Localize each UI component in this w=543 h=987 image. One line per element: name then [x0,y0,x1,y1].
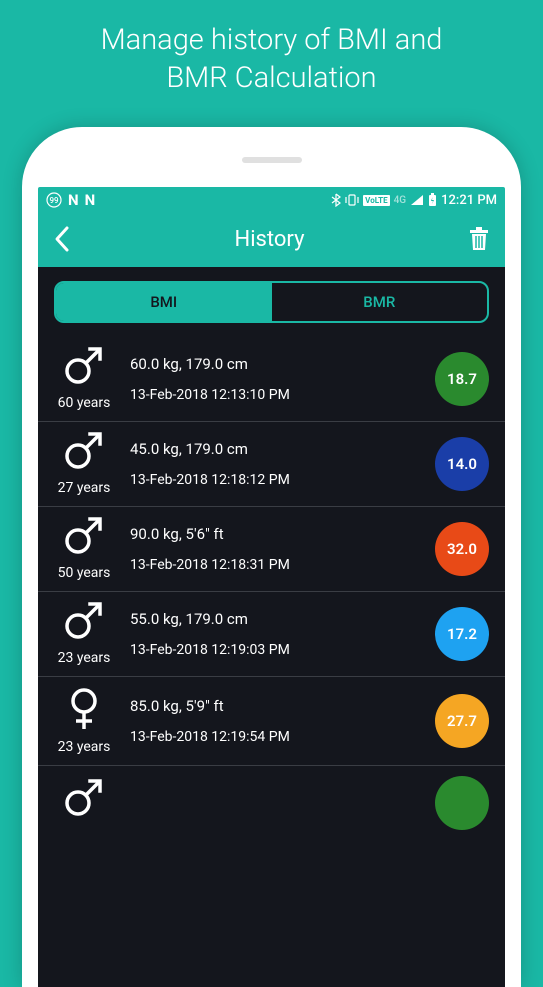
gender-icon [62,602,106,646]
gender-col: 60 years [50,347,118,411]
phone-frame: 99 N N VoLTE 4G 12:21 [22,127,521,987]
value-badge: 32.0 [435,522,489,576]
date-text: 13-Feb-2018 12:13:10 PM [130,387,423,403]
promo-line1: Manage history of BMI and [101,23,443,57]
history-row[interactable]: 23 years 85.0 kg, 5'9" ft 13-Feb-2018 12:1… [38,676,505,765]
history-row[interactable] [38,765,505,840]
phone-speaker [242,157,302,163]
measure-text: 45.0 kg, 179.0 cm [130,440,423,458]
tab-switcher: BMI BMR [54,281,489,323]
male-icon [62,602,106,642]
info-col: 60.0 kg, 179.0 cm 13-Feb-2018 12:13:10 PM [130,355,423,403]
male-icon [62,432,106,472]
phone-screen: 99 N N VoLTE 4G 12:21 [38,187,505,987]
status-bar: 99 N N VoLTE 4G 12:21 [38,187,505,213]
badge-text: 99 [49,196,59,205]
value-badge [435,776,489,830]
gender-col: 23 years [50,602,118,666]
promo-line2: BMR Calculation [166,61,376,95]
volte-icon: VoLTE [363,195,389,206]
male-icon [62,779,106,819]
promo-title: Manage history of BMI and BMR Calculatio… [0,0,543,127]
info-col: 90.0 kg, 5'6" ft 13-Feb-2018 12:18:31 PM [130,525,423,573]
status-right: VoLTE 4G 12:21 PM [331,193,497,208]
info-col: 55.0 kg, 179.0 cm 13-Feb-2018 12:19:03 PM [130,610,423,658]
page-title: History [235,227,305,252]
gender-icon [64,687,104,735]
info-col [130,796,423,810]
date-text: 13-Feb-2018 12:18:12 PM [130,472,423,488]
gender-icon [62,779,106,823]
female-icon [64,687,104,731]
history-row[interactable]: 27 years 45.0 kg, 179.0 cm 13-Feb-2018 12:… [38,421,505,506]
info-col: 85.0 kg, 5'9" ft 13-Feb-2018 12:19:54 PM [130,697,423,745]
delete-button[interactable] [467,226,491,252]
male-icon [62,347,106,387]
network-4g: 4G [394,195,407,206]
age-text: 50 years [58,565,111,581]
date-text: 13-Feb-2018 12:19:03 PM [130,642,423,658]
tab-bmr[interactable]: BMR [272,283,488,321]
gender-icon [62,432,106,476]
content-area: BMI BMR 60 years 60.0 kg, 179.0 cm 13-Feb-… [38,267,505,987]
measure-text: 85.0 kg, 5'9" ft [130,697,423,715]
measure-text: 60.0 kg, 179.0 cm [130,355,423,373]
app-header: History [38,213,505,267]
history-row[interactable]: 50 years 90.0 kg, 5'6" ft 13-Feb-2018 12:1… [38,506,505,591]
bluetooth-icon [331,193,341,207]
history-row[interactable]: 60 years 60.0 kg, 179.0 cm 13-Feb-2018 12:… [38,337,505,421]
back-button[interactable] [52,225,72,253]
measure-text: 55.0 kg, 179.0 cm [130,610,423,628]
value-badge: 17.2 [435,607,489,661]
n-icon-2: N [85,191,96,209]
age-text: 60 years [58,395,111,411]
gender-icon [62,517,106,561]
age-text: 27 years [58,480,111,496]
gender-col [50,779,118,827]
gender-col: 27 years [50,432,118,496]
vibrate-icon [345,194,359,206]
date-text: 13-Feb-2018 12:18:31 PM [130,557,423,573]
history-row[interactable]: 23 years 55.0 kg, 179.0 cm 13-Feb-2018 12:… [38,591,505,676]
tab-bmi[interactable]: BMI [56,283,272,321]
value-badge: 14.0 [435,437,489,491]
chevron-left-icon [52,225,72,253]
battery-icon [428,193,437,207]
value-badge: 18.7 [435,352,489,406]
age-text: 23 years [58,739,111,755]
male-icon [62,517,106,557]
history-list: 60 years 60.0 kg, 179.0 cm 13-Feb-2018 12:… [38,337,505,840]
n-icon-1: N [68,191,79,209]
date-text: 13-Feb-2018 12:19:54 PM [130,729,423,745]
gender-col: 50 years [50,517,118,581]
trash-icon [467,226,491,252]
measure-text: 90.0 kg, 5'6" ft [130,525,423,543]
age-text: 23 years [58,650,111,666]
signal-icon [410,194,424,206]
status-time: 12:21 PM [441,193,497,208]
info-col: 45.0 kg, 179.0 cm 13-Feb-2018 12:18:12 PM [130,440,423,488]
status-left: 99 N N [46,191,95,209]
value-badge: 27.7 [435,694,489,748]
badge-icon: 99 [46,192,62,208]
gender-col: 23 years [50,687,118,755]
gender-icon [62,347,106,391]
